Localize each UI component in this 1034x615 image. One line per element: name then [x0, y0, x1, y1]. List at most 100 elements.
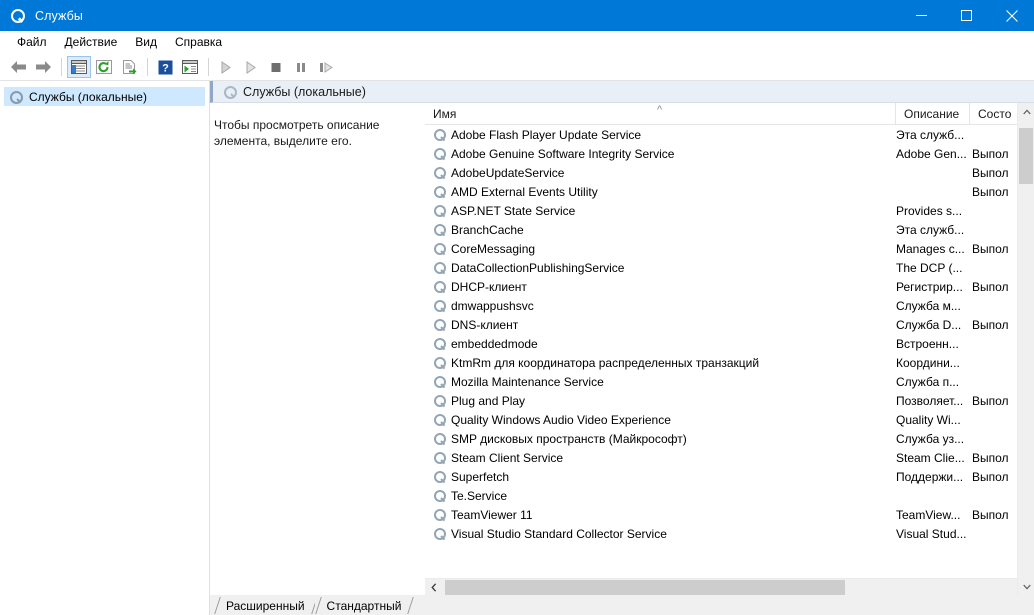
service-name-cell: Superfetch — [425, 470, 895, 484]
table-row[interactable]: TeamViewer 11TeamView...Выпол — [425, 505, 1034, 524]
table-row[interactable]: Adobe Genuine Software Integrity Service… — [425, 144, 1034, 163]
service-name-label: embeddedmode — [451, 337, 538, 351]
table-row[interactable]: Visual Studio Standard Collector Service… — [425, 524, 1034, 543]
service-gear-icon — [433, 337, 446, 350]
pane-header-title: Службы (локальные) — [243, 85, 366, 99]
show-console-tree-button[interactable] — [67, 56, 91, 78]
tab-standard-label: Стандартный — [327, 599, 402, 613]
minimize-button[interactable] — [899, 0, 944, 31]
service-description-cell: Служба уз... — [895, 432, 969, 446]
service-name-label: Adobe Genuine Software Integrity Service — [451, 147, 674, 161]
main-body: Службы (локальные) Службы (локальные) Чт… — [0, 81, 1034, 615]
chevron-left-icon[interactable] — [425, 579, 442, 596]
service-gear-icon — [433, 147, 446, 160]
tab-extended-label: Расширенный — [226, 599, 305, 613]
column-header-description[interactable]: Описание — [895, 103, 969, 124]
console-tree-pane: Службы (локальные) — [0, 81, 210, 615]
table-row[interactable]: Adobe Flash Player Update ServiceЭта слу… — [425, 125, 1034, 144]
forward-button[interactable] — [31, 56, 55, 78]
service-name-cell: Adobe Genuine Software Integrity Service — [425, 147, 895, 161]
service-gear-icon — [433, 280, 446, 293]
resume-service-button[interactable] — [239, 56, 263, 78]
service-name-label: Superfetch — [451, 470, 509, 484]
service-status-cell: Выпол — [969, 280, 1017, 294]
table-row[interactable]: embeddedmodeВстроенн... — [425, 334, 1034, 353]
horizontal-scroll-track[interactable] — [442, 579, 1017, 596]
service-description-cell: Поддержи... — [895, 470, 969, 484]
table-row[interactable]: KtmRm для координатора распределенных тр… — [425, 353, 1034, 372]
service-description-cell: Эта служб... — [895, 128, 969, 142]
restart-service-button[interactable] — [314, 56, 338, 78]
service-description-cell: Steam Clie... — [895, 451, 969, 465]
service-name-cell: SMP дисковых пространств (Майкрософт) — [425, 432, 895, 446]
service-name-label: DNS-клиент — [451, 318, 518, 332]
service-gear-icon — [433, 432, 446, 445]
table-row[interactable]: DNS-клиентСлужба D...Выпол — [425, 315, 1034, 334]
tree-item-local-services[interactable]: Службы (локальные) — [4, 87, 205, 106]
service-name-label: SMP дисковых пространств (Майкрософт) — [451, 432, 687, 446]
menu-action[interactable]: Действие — [56, 32, 127, 53]
chevron-up-icon[interactable] — [1018, 103, 1034, 120]
table-row[interactable]: Te.Service — [425, 486, 1034, 505]
table-row[interactable]: CoreMessagingManages c...Выпол — [425, 239, 1034, 258]
horizontal-scroll-thumb[interactable] — [445, 580, 845, 595]
table-row[interactable]: DHCP-клиентРегистрир...Выпол — [425, 277, 1034, 296]
table-row[interactable]: AdobeUpdateService Выпол — [425, 163, 1034, 182]
service-name-cell: CoreMessaging — [425, 242, 895, 256]
column-header-name[interactable]: Имя ^ — [425, 103, 895, 124]
service-description-cell: Регистрир... — [895, 280, 969, 294]
back-button[interactable] — [6, 56, 30, 78]
service-gear-icon — [433, 527, 446, 540]
view-tabs: Расширенный Стандартный — [210, 595, 1034, 615]
vertical-scroll-thumb[interactable] — [1019, 128, 1033, 184]
table-row[interactable]: Mozilla Maintenance ServiceСлужба п... — [425, 372, 1034, 391]
menu-help[interactable]: Справка — [166, 32, 231, 53]
chevron-down-icon[interactable] — [1018, 578, 1034, 595]
service-name-cell: AdobeUpdateService — [425, 166, 895, 180]
column-header-status[interactable]: Состо — [969, 103, 1017, 124]
table-row[interactable]: Steam Client ServiceSteam Clie...Выпол — [425, 448, 1034, 467]
title-bar[interactable]: Службы — [0, 0, 1034, 31]
service-gear-icon — [433, 242, 446, 255]
table-row[interactable]: BranchCacheЭта служб... — [425, 220, 1034, 239]
table-row[interactable]: AMD External Events UtilityВыпол — [425, 182, 1034, 201]
service-gear-icon — [433, 185, 446, 198]
service-name-cell: Te.Service — [425, 489, 895, 503]
export-list-button[interactable] — [117, 56, 141, 78]
table-row[interactable]: Plug and PlayПозволяет...Выпол — [425, 391, 1034, 410]
tab-extended[interactable]: Расширенный — [214, 596, 315, 615]
table-row[interactable]: DataCollectionPublishingServiceThe DCP (… — [425, 258, 1034, 277]
svg-text:?: ? — [162, 62, 169, 74]
table-row[interactable]: dmwappushsvcСлужба м... — [425, 296, 1034, 315]
service-description-cell: Visual Stud... — [895, 527, 969, 541]
table-row[interactable]: ASP.NET State ServiceProvides s... — [425, 201, 1034, 220]
service-name-label: CoreMessaging — [451, 242, 535, 256]
table-row[interactable]: SuperfetchПоддержи...Выпол — [425, 467, 1034, 486]
table-row[interactable]: Quality Windows Audio Video ExperienceQu… — [425, 410, 1034, 429]
service-gear-icon — [433, 356, 446, 369]
horizontal-scrollbar[interactable] — [425, 578, 1034, 595]
table-row[interactable]: SMP дисковых пространств (Майкрософт) Слу… — [425, 429, 1034, 448]
start-service-button[interactable] — [214, 56, 238, 78]
services-node-icon — [9, 90, 23, 104]
service-gear-icon — [433, 223, 446, 236]
service-name-label: DataCollectionPublishingService — [451, 261, 624, 275]
service-name-label: BranchCache — [451, 223, 524, 237]
service-name-label: KtmRm для координатора распределенных тр… — [451, 356, 759, 370]
vertical-scrollbar[interactable] — [1017, 103, 1034, 595]
tree-item-label: Службы (локальные) — [29, 90, 147, 104]
pause-service-button[interactable] — [289, 56, 313, 78]
menu-view[interactable]: Вид — [126, 32, 166, 53]
tab-standard[interactable]: Стандартный — [315, 596, 412, 615]
stop-service-button[interactable] — [264, 56, 288, 78]
refresh-button[interactable] — [92, 56, 116, 78]
menu-file[interactable]: Файл — [8, 32, 56, 53]
service-description-cell: Координи... — [895, 356, 969, 370]
details-pane: Службы (локальные) Чтобы просмотреть опи… — [210, 81, 1034, 615]
vertical-scroll-track[interactable] — [1018, 120, 1034, 578]
service-status-cell: Выпол — [969, 166, 1017, 180]
properties-window-button[interactable] — [178, 56, 202, 78]
close-button[interactable] — [989, 0, 1034, 31]
help-button[interactable]: ? — [153, 56, 177, 78]
maximize-button[interactable] — [944, 0, 989, 31]
